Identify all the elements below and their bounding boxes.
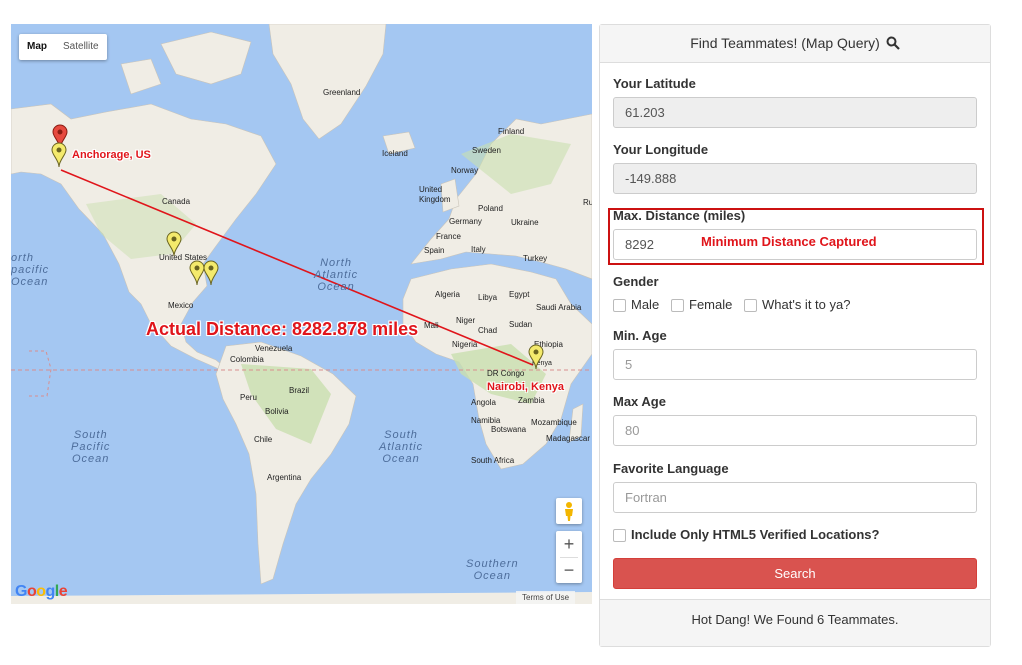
favorite-language-label: Favorite Language <box>613 461 729 476</box>
label-ukraine: Ukraine <box>511 218 539 227</box>
label-mozambique: Mozambique <box>531 418 577 427</box>
label-zambia: Zambia <box>518 396 545 405</box>
label-greenland: Greenland <box>323 88 361 97</box>
google-logo: Google <box>15 583 68 600</box>
street-view-pegman-icon[interactable] <box>556 498 582 524</box>
label-saudi-arabia: Saudi Arabia <box>536 303 582 312</box>
label-libya: Libya <box>478 293 498 302</box>
search-button[interactable]: Search <box>613 558 977 589</box>
anchorage-annotation: Anchorage, US <box>72 149 151 161</box>
label-south-pacific: South Pacific Ocean <box>71 429 111 465</box>
label-south-africa: South Africa <box>471 456 515 465</box>
label-angola: Angola <box>471 398 496 407</box>
label-botswana: Botswana <box>491 425 527 434</box>
panel-title: Find Teammates! (Map Query) <box>690 35 880 51</box>
latitude-label: Your Latitude <box>613 76 696 91</box>
gender-other-option[interactable]: What's it to ya? <box>744 297 850 312</box>
label-argentina: Argentina <box>267 473 302 482</box>
latitude-field[interactable]: 61.203 <box>613 97 977 128</box>
label-mali: Mali <box>424 321 439 330</box>
label-north-pacific: orth pacific Ocean <box>11 252 50 288</box>
label-peru: Peru <box>240 393 257 402</box>
label-southern-ocean: Southern Ocean <box>466 558 519 582</box>
map-type-satellite-button[interactable]: Satellite <box>55 34 107 60</box>
label-sweden: Sweden <box>472 146 501 155</box>
label-germany: Germany <box>449 217 482 226</box>
gender-female-option[interactable]: Female <box>671 297 732 312</box>
label-chile: Chile <box>254 435 273 444</box>
label-finland: Finland <box>498 127 525 136</box>
yellow-marker-pin-icon[interactable] <box>203 260 219 286</box>
female-label: Female <box>689 297 733 312</box>
label-bolivia: Bolivia <box>265 407 289 416</box>
label-united-kingdom: United Kingdom <box>419 185 451 204</box>
yellow-marker-pin-icon[interactable] <box>166 231 182 257</box>
map-type-control: Map Satellite <box>19 34 107 60</box>
yellow-marker-pin-icon[interactable] <box>528 344 544 370</box>
zoom-control: + − <box>556 531 582 583</box>
yellow-marker-pin-icon[interactable] <box>51 142 67 168</box>
min-age-label: Min. Age <box>613 328 667 343</box>
map-type-map-button[interactable]: Map <box>19 34 55 60</box>
label-madagascar: Madagascar <box>546 434 591 443</box>
zoom-out-button[interactable]: − <box>556 557 582 583</box>
html5-verified-label: Include Only HTML5 Verified Locations? <box>631 527 880 542</box>
male-label: Male <box>631 297 660 312</box>
label-sudan: Sudan <box>509 320 533 329</box>
find-teammates-panel: Find Teammates! (Map Query) Your Latitud… <box>599 24 991 647</box>
label-algeria: Algeria <box>435 290 460 299</box>
html5-verified-option[interactable]: Include Only HTML5 Verified Locations? <box>613 527 879 542</box>
label-france: France <box>436 232 461 241</box>
label-turkey: Turkey <box>523 254 548 263</box>
male-checkbox[interactable] <box>613 299 626 312</box>
label-russia-fragment: Ru <box>583 198 592 207</box>
label-norway: Norway <box>451 166 479 175</box>
max-distance-label: Max. Distance (miles) <box>613 208 746 223</box>
label-north-atlantic: North Atlantic Ocean <box>314 257 359 293</box>
minimum-distance-annotation: Minimum Distance Captured <box>701 234 877 249</box>
longitude-label: Your Longitude <box>613 142 709 157</box>
panel-footer: Hot Dang! We Found 6 Teammates. <box>600 599 990 646</box>
label-canada: Canada <box>162 197 191 206</box>
html5-verified-checkbox[interactable] <box>613 529 626 542</box>
label-brazil: Brazil <box>289 386 310 395</box>
result-count-text: Hot Dang! We Found 6 Teammates. <box>691 612 899 627</box>
other-checkbox[interactable] <box>744 299 757 312</box>
longitude-field[interactable]: -149.888 <box>613 163 977 194</box>
label-namibia: Namibia <box>471 416 501 425</box>
label-niger: Niger <box>456 316 476 325</box>
label-spain: Spain <box>424 246 445 255</box>
label-iceland: Iceland <box>382 149 408 158</box>
gender-label: Gender <box>613 274 659 289</box>
other-label: What's it to ya? <box>762 297 851 312</box>
label-italy: Italy <box>471 245 486 254</box>
actual-distance-annotation: Actual Distance: 8282.878 miles <box>146 319 419 339</box>
world-map-geography <box>11 24 592 604</box>
max-distance-value: 8292 <box>625 237 654 252</box>
nairobi-annotation: Nairobi, Kenya <box>487 381 565 393</box>
terms-of-use-link[interactable]: Terms of Use <box>516 591 576 604</box>
min-age-field[interactable]: 5 <box>613 349 977 380</box>
female-checkbox[interactable] <box>671 299 684 312</box>
favorite-language-field[interactable]: Fortran <box>613 482 977 513</box>
label-mexico: Mexico <box>168 301 194 310</box>
panel-header: Find Teammates! (Map Query) <box>600 25 990 63</box>
map-view[interactable]: Map Satellite Greenland Iceland Finland … <box>11 24 592 604</box>
max-age-field[interactable]: 80 <box>613 415 977 446</box>
label-dr-congo: DR Congo <box>487 369 525 378</box>
label-poland: Poland <box>478 204 503 213</box>
max-age-label: Max Age <box>613 394 666 409</box>
search-icon <box>886 36 900 50</box>
label-egypt: Egypt <box>509 290 530 299</box>
zoom-in-button[interactable]: + <box>556 531 582 557</box>
label-venezuela: Venezuela <box>255 344 293 353</box>
label-chad: Chad <box>478 326 498 335</box>
gender-male-option[interactable]: Male <box>613 297 659 312</box>
label-nigeria: Nigeria <box>452 340 478 349</box>
label-south-atlantic: South Atlantic Ocean <box>379 429 424 465</box>
label-colombia: Colombia <box>230 355 264 364</box>
